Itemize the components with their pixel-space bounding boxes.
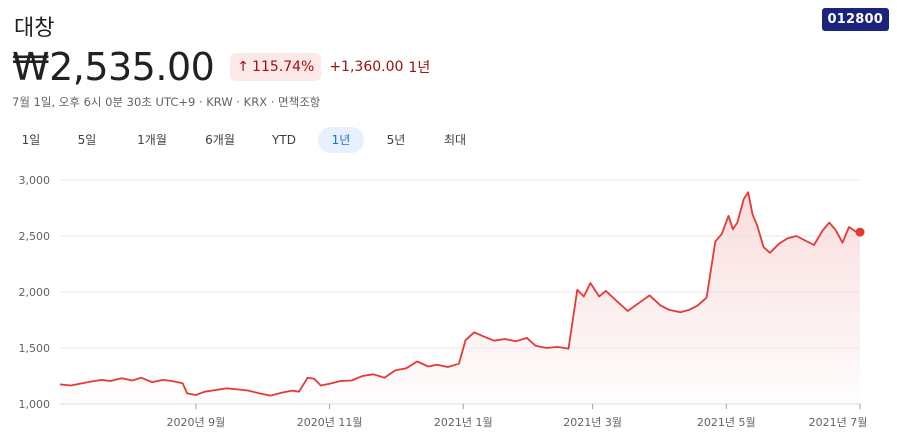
percent-change-badge: ↑ 115.74% xyxy=(230,53,322,81)
y-tick-label: 2,500 xyxy=(19,230,51,243)
stock-name: 대창 xyxy=(14,16,55,41)
range-tab-1y[interactable]: 1년 xyxy=(318,127,364,153)
x-tick-label: 2021년 5월 xyxy=(697,416,756,429)
x-tick-label: 2021년 1월 xyxy=(434,416,493,429)
x-tick-label: 2020년 9월 xyxy=(167,416,226,429)
percent-change-value: 115.74% xyxy=(252,59,315,75)
price-row: ₩2,535.00 ↑ 115.74% +1,360.00 1년 xyxy=(12,44,430,90)
quote-header: 대창 012800 xyxy=(14,8,889,41)
y-tick-label: 1,500 xyxy=(19,342,51,355)
x-axis: 2020년 9월 2020년 11월 2021년 1월 2021년 3월 2021년 5… xyxy=(60,403,868,429)
y-tick-label: 3,000 xyxy=(19,174,51,187)
range-tab-6m[interactable]: 6개월 xyxy=(192,127,248,153)
change-period: 1년 xyxy=(408,60,431,76)
range-tab-1m[interactable]: 1개월 xyxy=(124,127,180,153)
arrow-up-icon: ↑ xyxy=(237,59,250,75)
quote-meta: 7월 1일, 오후 6시 0분 30초 UTC+9 · KRW · KRX · … xyxy=(12,95,321,109)
range-tab-ytd[interactable]: YTD xyxy=(262,127,306,153)
y-axis-labels: 1,000 1,500 2,000 2,500 3,000 xyxy=(19,174,51,411)
range-tab-1d[interactable]: 1일 xyxy=(12,127,50,153)
y-tick-label: 2,000 xyxy=(19,286,51,299)
x-tick-label: 2021년 7월 xyxy=(809,416,868,429)
x-tick-label: 2020년 11월 xyxy=(297,416,363,429)
price-chart[interactable]: 1,0001,5002,0002,5003,000 2020년 9월 2020년 … xyxy=(0,164,897,444)
price-area-fill xyxy=(60,192,860,404)
range-tab-max[interactable]: 최대 xyxy=(432,127,478,153)
x-tick-label: 2021년 3월 xyxy=(563,416,622,429)
absolute-change-value: +1,360.00 xyxy=(329,59,404,75)
y-tick-label: 1,000 xyxy=(19,398,51,411)
current-price: ₩2,535.00 xyxy=(12,45,215,89)
last-price-marker xyxy=(855,227,865,237)
ticker-badge[interactable]: 012800 xyxy=(821,8,889,31)
range-tab-5y[interactable]: 5년 xyxy=(374,127,418,153)
range-tab-5d[interactable]: 5일 xyxy=(68,127,106,153)
